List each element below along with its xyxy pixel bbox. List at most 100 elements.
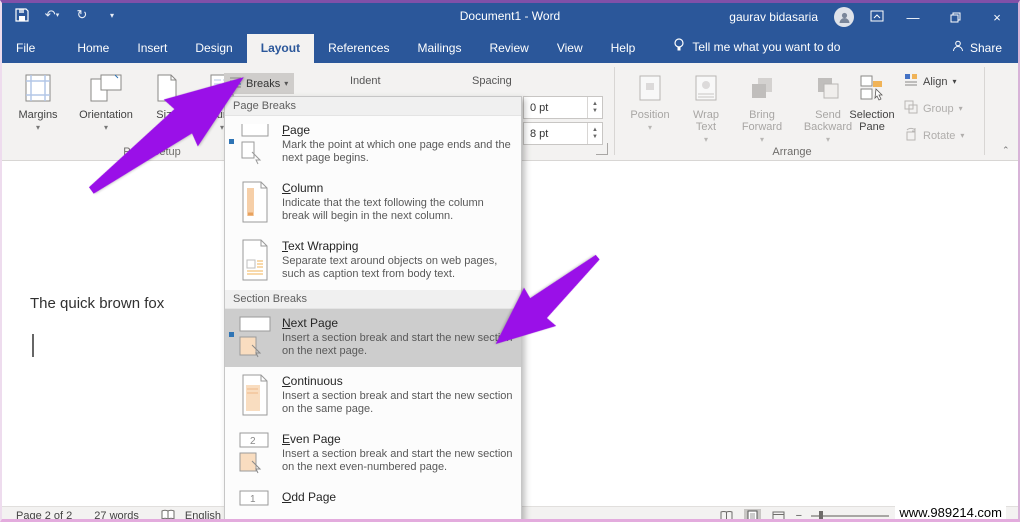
selection-pane-icon bbox=[859, 71, 885, 105]
send-backward-icon bbox=[815, 71, 841, 105]
spacing-label: Spacing bbox=[472, 75, 512, 87]
caret-down-icon: ▾ bbox=[703, 135, 708, 144]
ribbon-tab-bar: File Home Insert Design Layout Reference… bbox=[2, 31, 1018, 63]
tab-help[interactable]: Help bbox=[597, 34, 650, 63]
tab-view[interactable]: View bbox=[543, 34, 597, 63]
group-button[interactable]: Group ▾ bbox=[904, 100, 963, 117]
print-layout-icon[interactable] bbox=[743, 508, 761, 519]
even-page-break-icon: 2 bbox=[236, 430, 274, 476]
breaks-dropdown-menu: Page Breaks Page Mark the point at which… bbox=[224, 96, 522, 519]
caret-down-icon: ▾ bbox=[759, 135, 764, 144]
word-window: ↶ ▾ ↻ ▾ Document1 - Word gaurav bidasaria… bbox=[0, 0, 1020, 522]
position-icon bbox=[638, 71, 662, 105]
user-name[interactable]: gaurav bidasaria bbox=[729, 10, 818, 24]
continuous-break-icon bbox=[236, 372, 274, 418]
rotate-button[interactable]: Rotate ▾ bbox=[904, 127, 964, 144]
menu-item-page[interactable]: Page Mark the point at which one page en… bbox=[225, 116, 521, 174]
text-wrapping-break-icon bbox=[236, 237, 274, 283]
size-icon bbox=[155, 71, 179, 105]
indent-label: Indent bbox=[350, 75, 381, 87]
break-marker-icon bbox=[229, 332, 234, 337]
tab-design[interactable]: Design bbox=[181, 34, 246, 63]
section-breaks-header: Section Breaks bbox=[225, 290, 521, 309]
zoom-out-icon[interactable]: − bbox=[796, 510, 802, 519]
align-button[interactable]: Align ▾ bbox=[904, 73, 956, 90]
share-person-icon bbox=[952, 40, 964, 55]
zoom-slider[interactable] bbox=[811, 511, 889, 519]
align-icon bbox=[904, 73, 918, 90]
breaks-button[interactable]: Breaks ▾ bbox=[224, 73, 294, 94]
spinner-arrows-icon[interactable]: ▲ ▼ bbox=[587, 97, 602, 118]
page-indicator[interactable]: Page 2 of 2 bbox=[16, 510, 72, 519]
caret-down-icon: ▾ bbox=[647, 123, 652, 132]
spacing-after-spinner[interactable]: 8 pt ▲ ▼ bbox=[523, 122, 603, 145]
share-button[interactable]: Share bbox=[942, 33, 1018, 63]
menu-item-odd-page[interactable]: 1 Odd Page bbox=[225, 483, 521, 519]
wrap-text-icon bbox=[694, 71, 718, 105]
ribbon-display-options-icon[interactable] bbox=[870, 10, 884, 25]
tab-insert[interactable]: Insert bbox=[123, 34, 181, 63]
caret-down-icon: ▾ bbox=[103, 123, 108, 132]
group-icon bbox=[904, 100, 918, 117]
wrap-text-button[interactable]: Wrap Text ▾ bbox=[682, 67, 730, 153]
orientation-icon bbox=[89, 71, 123, 105]
text-cursor bbox=[32, 334, 34, 357]
break-marker-icon bbox=[229, 139, 234, 144]
document-text: The quick brown fox bbox=[30, 295, 165, 312]
word-count[interactable]: 27 words bbox=[94, 510, 139, 519]
caret-down-icon: ▾ bbox=[958, 104, 963, 113]
tell-me-box[interactable]: Tell me what you want to do bbox=[649, 31, 850, 63]
spacing-before-spinner[interactable]: 0 pt ▲ ▼ bbox=[523, 96, 603, 119]
restore-button[interactable] bbox=[942, 6, 968, 28]
breaks-icon bbox=[229, 76, 242, 92]
margins-icon bbox=[24, 71, 52, 105]
margins-button[interactable]: Margins ▾ bbox=[8, 67, 68, 153]
tab-review[interactable]: Review bbox=[475, 34, 542, 63]
minimize-button[interactable]: — bbox=[900, 6, 926, 28]
web-layout-icon[interactable] bbox=[770, 509, 787, 519]
caret-down-icon: ▾ bbox=[35, 123, 40, 132]
close-button[interactable]: × bbox=[984, 6, 1010, 28]
menu-item-next-page[interactable]: Next Page Insert a section break and sta… bbox=[225, 309, 521, 367]
tab-references[interactable]: References bbox=[314, 34, 403, 63]
column-break-icon bbox=[236, 179, 274, 225]
tab-home[interactable]: Home bbox=[63, 34, 123, 63]
menu-item-column[interactable]: Column Indicate that the text following … bbox=[225, 174, 521, 232]
tab-layout[interactable]: Layout bbox=[246, 34, 315, 63]
position-button[interactable]: Position ▾ bbox=[622, 67, 678, 153]
title-bar: ↶ ▾ ↻ ▾ Document1 - Word gaurav bidasaria… bbox=[2, 3, 1018, 31]
caret-down-icon: ▾ bbox=[952, 77, 957, 86]
arrange-group-label: Arrange bbox=[772, 146, 812, 158]
collapse-ribbon-icon[interactable]: ⌃ bbox=[1002, 145, 1010, 156]
page-break-icon bbox=[236, 121, 274, 167]
next-page-break-icon bbox=[236, 314, 274, 360]
language-indicator[interactable]: English bbox=[185, 510, 221, 519]
bring-forward-button[interactable]: Bring Forward ▾ bbox=[732, 67, 792, 153]
selection-pane-button[interactable]: Selection Pane bbox=[844, 67, 900, 153]
odd-page-break-icon: 1 bbox=[236, 488, 274, 519]
user-avatar[interactable] bbox=[834, 7, 854, 27]
bring-forward-icon bbox=[749, 71, 775, 105]
svg-text:1: 1 bbox=[250, 494, 256, 505]
size-button[interactable]: Size ▾ bbox=[144, 67, 190, 153]
caret-down-icon: ▾ bbox=[164, 123, 169, 132]
menu-item-text-wrapping[interactable]: Text Wrapping Separate text around objec… bbox=[225, 232, 521, 290]
caret-down-icon: ▾ bbox=[825, 135, 830, 144]
page-breaks-header: Page Breaks bbox=[225, 97, 521, 116]
zoom-slider-thumb[interactable] bbox=[819, 511, 823, 519]
orientation-button[interactable]: Orientation ▾ bbox=[70, 67, 142, 153]
read-mode-icon[interactable] bbox=[718, 509, 735, 519]
spinner-arrows-icon[interactable]: ▲ ▼ bbox=[587, 123, 602, 144]
rotate-icon bbox=[904, 127, 918, 144]
caret-down-icon: ▾ bbox=[284, 79, 289, 88]
svg-text:2: 2 bbox=[250, 436, 256, 447]
tab-file[interactable]: File bbox=[2, 34, 49, 63]
watermark: www.989214.com bbox=[895, 503, 1006, 519]
menu-item-continuous[interactable]: Continuous Insert a section break and st… bbox=[225, 367, 521, 425]
proofing-icon[interactable] bbox=[161, 509, 175, 519]
page-setup-group-label: Page Setup bbox=[123, 146, 181, 158]
lightbulb-icon bbox=[673, 38, 685, 55]
menu-item-even-page[interactable]: 2 Even Page Insert a section break and s… bbox=[225, 425, 521, 483]
paragraph-dialog-launcher-icon[interactable] bbox=[596, 143, 608, 155]
tab-mailings[interactable]: Mailings bbox=[403, 34, 475, 63]
